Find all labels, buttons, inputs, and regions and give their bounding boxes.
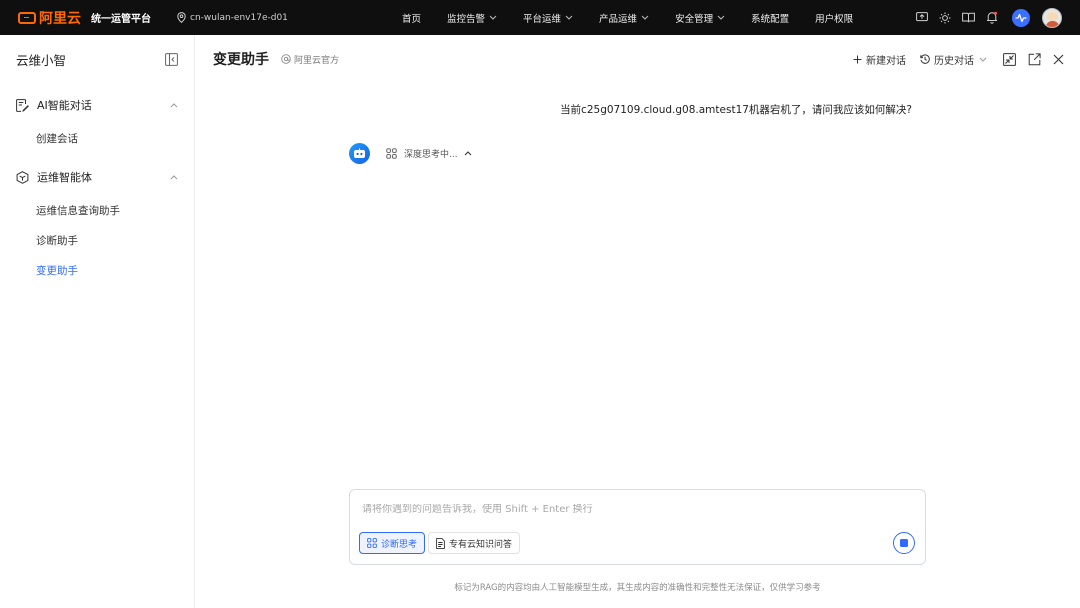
document-icon [436, 537, 445, 549]
chat-input[interactable] [362, 504, 902, 515]
top-nav-bar: 阿里云 统一运管平台 cn-wulan-env17e-d01 首页 监控告警 平… [0, 0, 1080, 35]
sidebar-item-label: 创建会话 [36, 132, 78, 145]
ai-disclaimer: 标记为RAG的内容均由人工智能模型生成，其生成内容的准确性和完整性无法保证，仅供… [454, 583, 821, 593]
sidebar-item-label: 运维信息查询助手 [36, 204, 120, 217]
ai-assistant-icon[interactable] [1012, 8, 1030, 27]
chat-input-box: 诊断思考 专有云知识问答 [349, 489, 926, 565]
platform-name[interactable]: 统一运管平台 [91, 10, 151, 25]
sidebar-group-ops-agents-label: 运维智能体 [37, 171, 92, 184]
sidebar-item-label: 变更助手 [36, 264, 78, 277]
brand-name: 阿里云 [39, 10, 81, 27]
stop-generation-button[interactable] [893, 532, 915, 554]
assistant-avatar-icon [349, 143, 370, 164]
menu-product-ops[interactable]: 产品运维 [599, 11, 649, 25]
collapse-sidebar-icon[interactable] [165, 52, 178, 66]
menu-product-ops-label: 产品运维 [599, 13, 638, 25]
sun-icon[interactable] [939, 12, 951, 24]
menu-home-label: 首页 [402, 13, 422, 25]
atom-icon [367, 538, 377, 548]
history-clock-icon [920, 54, 930, 64]
sidebar-group-ai-chat: AI智能对话 创建会话 [0, 87, 194, 153]
official-label: 阿里云官方 [294, 55, 340, 66]
menu-user-permissions[interactable]: 用户权限 [815, 11, 853, 25]
environment-name: cn-wulan-env17e-d01 [190, 12, 288, 23]
diagnose-thinking-chip[interactable]: 诊断思考 [359, 532, 426, 554]
sidebar-item-ops-info-query[interactable]: 运维信息查询助手 [0, 195, 194, 225]
chevron-up-icon[interactable] [170, 102, 178, 108]
history-chats-button[interactable]: 历史对话 [920, 52, 987, 67]
chevron-down-icon [717, 15, 725, 20]
deep-thinking-toggle[interactable]: 深度思考中... [386, 147, 472, 160]
new-chat-label: 新建对话 [866, 55, 906, 67]
sidebar-header: 云维小智 [0, 35, 194, 83]
assistant-message: 深度思考中... [349, 143, 472, 164]
atom-icon [386, 148, 397, 159]
deep-thinking-label: 深度思考中... [404, 150, 458, 160]
minimize-window-icon[interactable] [1003, 52, 1016, 66]
new-chat-button[interactable]: 新建对话 [853, 52, 906, 67]
user-avatar[interactable] [1042, 7, 1062, 28]
menu-home[interactable]: 首页 [402, 11, 421, 25]
sidebar-group-ai-chat-label: AI智能对话 [37, 99, 92, 112]
chevron-down-icon [641, 15, 649, 20]
chevron-down-icon [979, 57, 987, 62]
sidebar-item-diagnosis[interactable]: 诊断助手 [0, 225, 194, 255]
sidebar-group-ops-agents: 运维智能体 运维信息查询助手 诊断助手 变更助手 [0, 159, 194, 285]
sidebar-item-label: 诊断助手 [36, 234, 78, 247]
official-badge: 阿里云官方 [281, 53, 339, 66]
chevron-up-icon [464, 151, 472, 156]
chevron-up-icon[interactable] [170, 174, 178, 180]
sidebar-item-create-session[interactable]: 创建会话 [0, 123, 194, 153]
history-chats-label: 历史对话 [934, 55, 974, 67]
diagnose-thinking-label: 诊断思考 [381, 539, 418, 550]
aliyun-logo-icon [18, 11, 36, 24]
sidebar-title: 云维小智 [16, 52, 67, 68]
chat-edit-icon [16, 98, 29, 112]
agent-cube-icon [16, 170, 29, 184]
plus-icon [853, 55, 862, 64]
private-cloud-qa-chip[interactable]: 专有云知识问答 [428, 532, 521, 554]
menu-monitoring-label: 监控告警 [447, 13, 486, 25]
sidebar-group-ai-chat-header[interactable]: AI智能对话 [0, 87, 194, 123]
sidebar-group-ops-agents-header[interactable]: 运维智能体 [0, 159, 194, 195]
menu-system-config[interactable]: 系统配置 [751, 11, 789, 25]
sidebar: 云维小智 AI智能对话 创建会话 运维智能体 运维信息查询助手 诊断助手 变更助… [0, 35, 195, 608]
location-pin-icon [177, 12, 186, 23]
chevron-down-icon [565, 15, 573, 20]
main-header: 变更助手 阿里云官方 新建对话 历史对话 [196, 35, 1080, 83]
nav-right-tools [905, 0, 1062, 35]
at-icon [281, 54, 291, 64]
sidebar-item-change-assistant[interactable]: 变更助手 [0, 255, 194, 285]
environment-selector[interactable]: cn-wulan-env17e-d01 [177, 12, 288, 23]
screen-share-icon[interactable] [916, 12, 928, 23]
header-actions: 新建对话 历史对话 [839, 35, 1064, 83]
close-icon[interactable] [1053, 54, 1064, 65]
aliyun-logo[interactable]: 阿里云 [18, 8, 81, 28]
menu-security-label: 安全管理 [675, 13, 714, 25]
menu-security[interactable]: 安全管理 [675, 11, 725, 25]
stop-icon [900, 539, 908, 547]
main-panel: 变更助手 阿里云官方 新建对话 历史对话 当前c25g07109.cloud.g… [196, 35, 1080, 608]
chevron-down-icon [489, 15, 497, 20]
main-menu: 首页 监控告警 平台运维 产品运维 安全管理 系统配置 用户权限 [402, 0, 879, 35]
bell-icon[interactable] [986, 11, 998, 24]
open-external-icon[interactable] [1028, 52, 1041, 66]
menu-platform-ops[interactable]: 平台运维 [523, 11, 573, 25]
user-message: 当前c25g07109.cloud.g08.amtest17机器宕机了，请问我应… [560, 104, 912, 116]
page-title: 变更助手 [213, 52, 269, 68]
menu-system-config-label: 系统配置 [751, 13, 790, 25]
menu-user-permissions-label: 用户权限 [815, 13, 854, 25]
book-icon[interactable] [962, 12, 975, 23]
menu-platform-ops-label: 平台运维 [523, 13, 562, 25]
private-cloud-qa-label: 专有云知识问答 [449, 539, 513, 550]
menu-monitoring[interactable]: 监控告警 [447, 11, 497, 25]
